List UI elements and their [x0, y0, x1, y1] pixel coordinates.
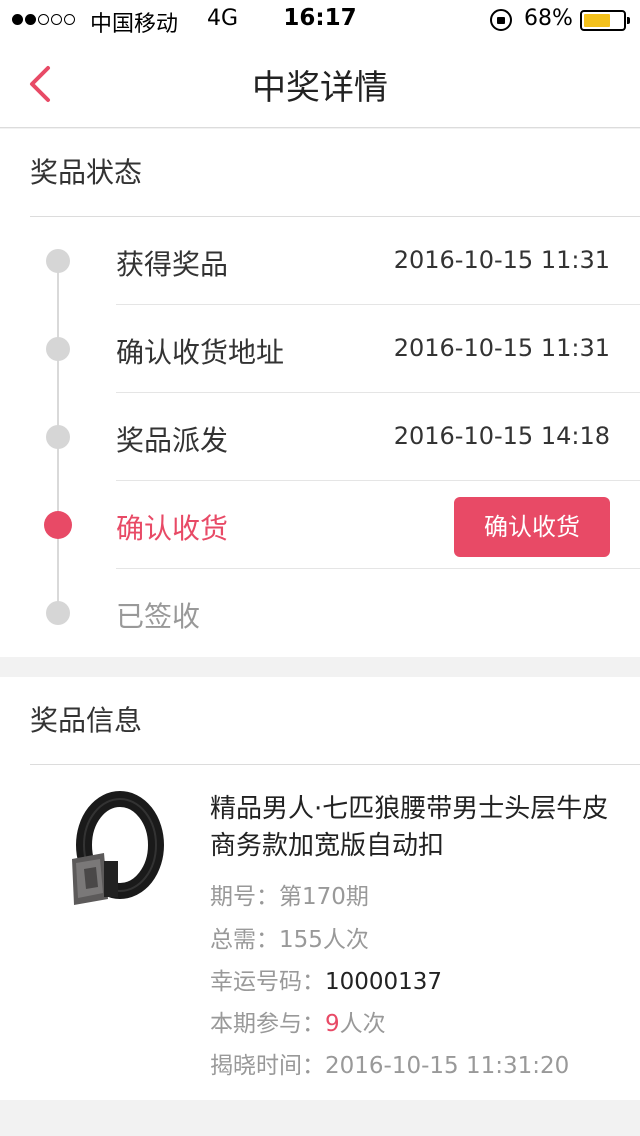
- status-bar: 中国移动 4G 16:17 68%: [0, 0, 640, 40]
- step-label: 确认收货: [116, 512, 229, 545]
- total-label: 总需：: [210, 927, 279, 953]
- battery-fill: [584, 14, 610, 27]
- nav-bar: 中奖详情: [0, 40, 640, 128]
- step-time: 2016-10-15 14:18: [393, 422, 610, 450]
- step-label: 确认收货地址: [116, 336, 285, 369]
- prize-info-header: 奖品信息: [30, 677, 640, 765]
- belt-product-image[interactable]: [58, 787, 168, 917]
- prize-status-section: 奖品状态 获得奖品 2016-10-15 11:31 确认收货地址 2016-1…: [0, 129, 640, 657]
- battery-percentage: 68%: [524, 6, 573, 31]
- lucky-number-label: 幸运号码：: [210, 969, 325, 995]
- step-time: 2016-10-15 11:31: [393, 334, 610, 362]
- period-label: 期号：: [210, 884, 279, 910]
- timeline-dot: [46, 425, 70, 449]
- timeline-dot: [46, 601, 70, 625]
- product-title[interactable]: 精品男人·七匹狼腰带男士头层牛皮商务款加宽版自动扣: [210, 791, 620, 865]
- step-label: 获得奖品: [116, 248, 229, 281]
- timeline-dot: [46, 249, 70, 273]
- timeline-dot-active: [44, 511, 72, 539]
- period-value: 第170期: [279, 884, 369, 910]
- confirm-receipt-button[interactable]: 确认收货: [454, 497, 610, 557]
- step-label: 奖品派发: [116, 424, 229, 457]
- timeline-dot: [46, 337, 70, 361]
- timeline-step-obtained: 获得奖品 2016-10-15 11:31: [0, 217, 640, 305]
- timeline-step-address: 确认收货地址 2016-10-15 11:31: [0, 305, 640, 393]
- timeline-step-dispatched: 奖品派发 2016-10-15 14:18: [0, 393, 640, 481]
- reveal-time-value: 2016-10-15 11:31:20: [325, 1053, 570, 1079]
- orientation-lock-icon: [490, 9, 512, 31]
- timeline-step-confirm-receipt: 确认收货 确认收货: [0, 481, 640, 569]
- step-time: 2016-10-15 11:31: [393, 246, 610, 274]
- timeline-step-signed: 已签收: [0, 569, 640, 657]
- status-timeline: 获得奖品 2016-10-15 11:31 确认收货地址 2016-10-15 …: [0, 217, 640, 657]
- reveal-time-row: 揭晓时间：2016-10-15 11:31:20: [210, 1046, 569, 1080]
- belt-icon: [72, 791, 164, 905]
- lucky-number-value: 10000137: [325, 969, 443, 995]
- participation-count: 9: [325, 1011, 340, 1037]
- participation-row: 本期参与：9人次: [210, 1004, 386, 1038]
- participation-label: 本期参与：: [210, 1011, 325, 1037]
- participation-unit: 人次: [339, 1011, 386, 1037]
- page-title: 中奖详情: [252, 68, 388, 108]
- prize-status-header: 奖品状态: [30, 129, 640, 217]
- prize-info-section: 奖品信息 精品男人·七匹狼腰带男士头层牛皮商务款加宽版自动扣 期号：第170期 …: [0, 677, 640, 1100]
- reveal-time-label: 揭晓时间：: [210, 1053, 325, 1079]
- total-row: 总需：155人次: [210, 920, 369, 954]
- period-row: 期号：第170期: [210, 877, 369, 911]
- step-label: 已签收: [116, 600, 201, 633]
- battery-icon: [580, 10, 630, 31]
- lucky-number-row: 幸运号码：10000137: [210, 962, 442, 996]
- total-value: 155人次: [279, 927, 369, 953]
